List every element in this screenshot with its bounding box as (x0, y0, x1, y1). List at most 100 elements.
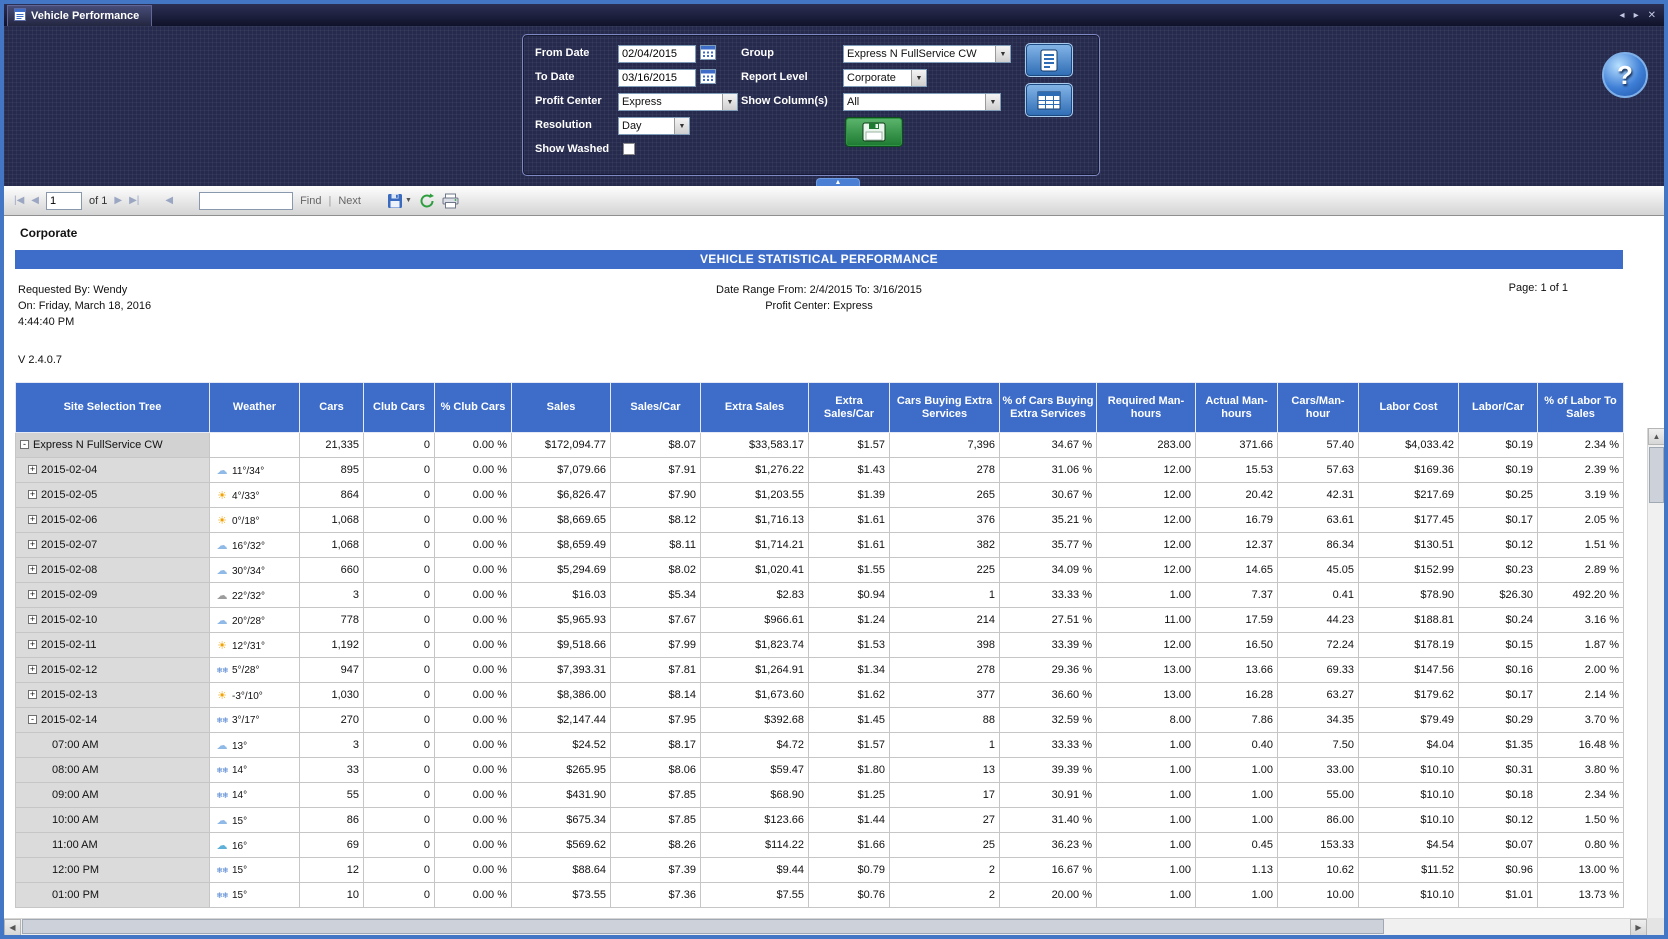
expand-node-icon[interactable]: + (28, 515, 37, 524)
resolution-select[interactable]: Day ▼ (618, 117, 690, 135)
data-cell: 16.48 % (1538, 733, 1624, 758)
page-number-input[interactable] (46, 192, 82, 210)
data-cell: 0.00 % (435, 758, 512, 783)
from-date-calendar-icon[interactable] (700, 45, 717, 61)
temperature-label: 3°/17° (232, 715, 259, 726)
show-columns-select[interactable]: All ▼ (843, 93, 1001, 111)
close-icon[interactable]: ✕ (1648, 10, 1656, 21)
refresh-icon[interactable] (419, 193, 435, 209)
data-cell: 12.00 (1097, 508, 1196, 533)
report-level-select[interactable]: Corporate ▼ (843, 69, 927, 87)
data-cell: 398 (890, 633, 1000, 658)
data-cell: $4.04 (1359, 733, 1459, 758)
parameter-panel: From Date To Date Profit Center Express … (522, 34, 1100, 176)
data-cell: $7,079.66 (512, 458, 611, 483)
data-cell: $188.81 (1359, 608, 1459, 633)
find-next-separator: | (328, 195, 331, 207)
data-cell: 12.00 (1097, 483, 1196, 508)
tree-cell[interactable]: +2015-02-11 (16, 633, 210, 658)
first-page-icon[interactable]: |◀ (14, 195, 24, 206)
save-button[interactable] (845, 117, 903, 147)
data-cell: 0.00 % (435, 458, 512, 483)
tree-cell[interactable]: 11:00 AM (16, 833, 210, 858)
table-view-button[interactable] (1025, 83, 1073, 117)
profit-center-select[interactable]: Express ▼ (618, 93, 738, 111)
tree-cell[interactable]: -Express N FullService CW (16, 433, 210, 458)
data-cell: 278 (890, 458, 1000, 483)
help-button[interactable]: ? (1602, 52, 1648, 98)
tree-cell[interactable]: +2015-02-05 (16, 483, 210, 508)
table-row: -2015-02-14❄❄3°/17°27000.00 %$2,147.44$7… (16, 708, 1624, 733)
weather-cell: ☁20°/28° (210, 608, 300, 633)
tree-cell[interactable]: 07:00 AM (16, 733, 210, 758)
expand-node-icon[interactable]: + (28, 590, 37, 599)
scroll-up-icon[interactable]: ▲ (1648, 428, 1664, 445)
expand-node-icon[interactable]: + (28, 540, 37, 549)
collapse-node-icon[interactable]: - (20, 440, 29, 449)
tree-cell[interactable]: 12:00 PM (16, 858, 210, 883)
show-washed-checkbox[interactable] (623, 143, 635, 155)
report-view-button[interactable] (1025, 43, 1073, 77)
scroll-right-icon[interactable]: ▶ (1630, 919, 1647, 936)
tree-cell[interactable]: +2015-02-09 (16, 583, 210, 608)
data-cell: $265.95 (512, 758, 611, 783)
tree-cell[interactable]: +2015-02-07 (16, 533, 210, 558)
chevron-down-icon: ▼ (985, 94, 1000, 110)
tree-cell[interactable]: +2015-02-06 (16, 508, 210, 533)
tree-cell[interactable]: +2015-02-10 (16, 608, 210, 633)
expand-node-icon[interactable]: + (28, 665, 37, 674)
group-select[interactable]: Express N FullService CW ▼ (843, 45, 1011, 63)
tree-cell[interactable]: 09:00 AM (16, 783, 210, 808)
horizontal-scrollbar[interactable]: ◀ ▶ (4, 918, 1647, 935)
expand-node-icon[interactable]: + (28, 565, 37, 574)
tree-cell[interactable]: +2015-02-08 (16, 558, 210, 583)
data-cell: $5.34 (611, 583, 701, 608)
next-page-icon[interactable]: ▶ (114, 195, 122, 206)
tree-cell[interactable]: 08:00 AM (16, 758, 210, 783)
vertical-scrollbar[interactable]: ▲ ▼ (1647, 428, 1664, 918)
expand-node-icon[interactable]: + (28, 640, 37, 649)
dock-left-icon[interactable]: ◂ (1620, 10, 1625, 21)
expand-node-icon[interactable]: + (28, 690, 37, 699)
print-icon[interactable] (442, 193, 459, 209)
data-cell: 0 (364, 833, 435, 858)
tree-cell[interactable]: 01:00 PM (16, 883, 210, 908)
last-page-icon[interactable]: ▶| (129, 195, 139, 206)
tree-cell[interactable]: 10:00 AM (16, 808, 210, 833)
expand-node-icon[interactable]: + (28, 490, 37, 499)
data-cell: $1,020.41 (701, 558, 809, 583)
data-cell: 13.00 (1097, 683, 1196, 708)
from-date-input[interactable] (618, 45, 696, 63)
to-date-input[interactable] (618, 69, 696, 87)
search-input[interactable] (199, 192, 293, 210)
data-cell: $0.12 (1459, 808, 1538, 833)
to-date-calendar-icon[interactable] (700, 69, 717, 85)
temperature-label: 16° (232, 841, 247, 852)
scroll-left-icon[interactable]: ◀ (4, 919, 21, 936)
back-to-parent-icon[interactable]: ◀ (165, 195, 173, 206)
previous-page-icon[interactable]: ◀ (31, 195, 39, 206)
table-row: +2015-02-12❄❄5°/28°94700.00 %$7,393.31$7… (16, 658, 1624, 683)
export-icon[interactable]: ▼ (387, 193, 412, 209)
tree-cell[interactable]: +2015-02-12 (16, 658, 210, 683)
next-link[interactable]: Next (338, 195, 361, 207)
data-cell: 1,030 (300, 683, 364, 708)
temperature-label: 0°/18° (232, 516, 259, 527)
tree-cell[interactable]: -2015-02-14 (16, 708, 210, 733)
data-cell: $5,965.93 (512, 608, 611, 633)
expand-node-icon[interactable]: + (28, 465, 37, 474)
expand-node-icon[interactable]: + (28, 615, 37, 624)
data-cell: 25 (890, 833, 1000, 858)
dock-right-icon[interactable]: ▸ (1634, 10, 1639, 21)
collapse-node-icon[interactable]: - (28, 715, 37, 724)
data-cell: 13.00 % (1538, 858, 1624, 883)
tree-cell[interactable]: +2015-02-04 (16, 458, 210, 483)
horizontal-scroll-thumb[interactable] (22, 919, 1384, 934)
data-cell: 0 (364, 633, 435, 658)
tree-cell[interactable]: +2015-02-13 (16, 683, 210, 708)
row-label: 09:00 AM (52, 789, 98, 801)
vertical-scroll-thumb[interactable] (1649, 447, 1664, 503)
find-link[interactable]: Find (300, 195, 321, 207)
row-label: 11:00 AM (52, 839, 98, 851)
floppy-disk-icon (862, 122, 886, 142)
